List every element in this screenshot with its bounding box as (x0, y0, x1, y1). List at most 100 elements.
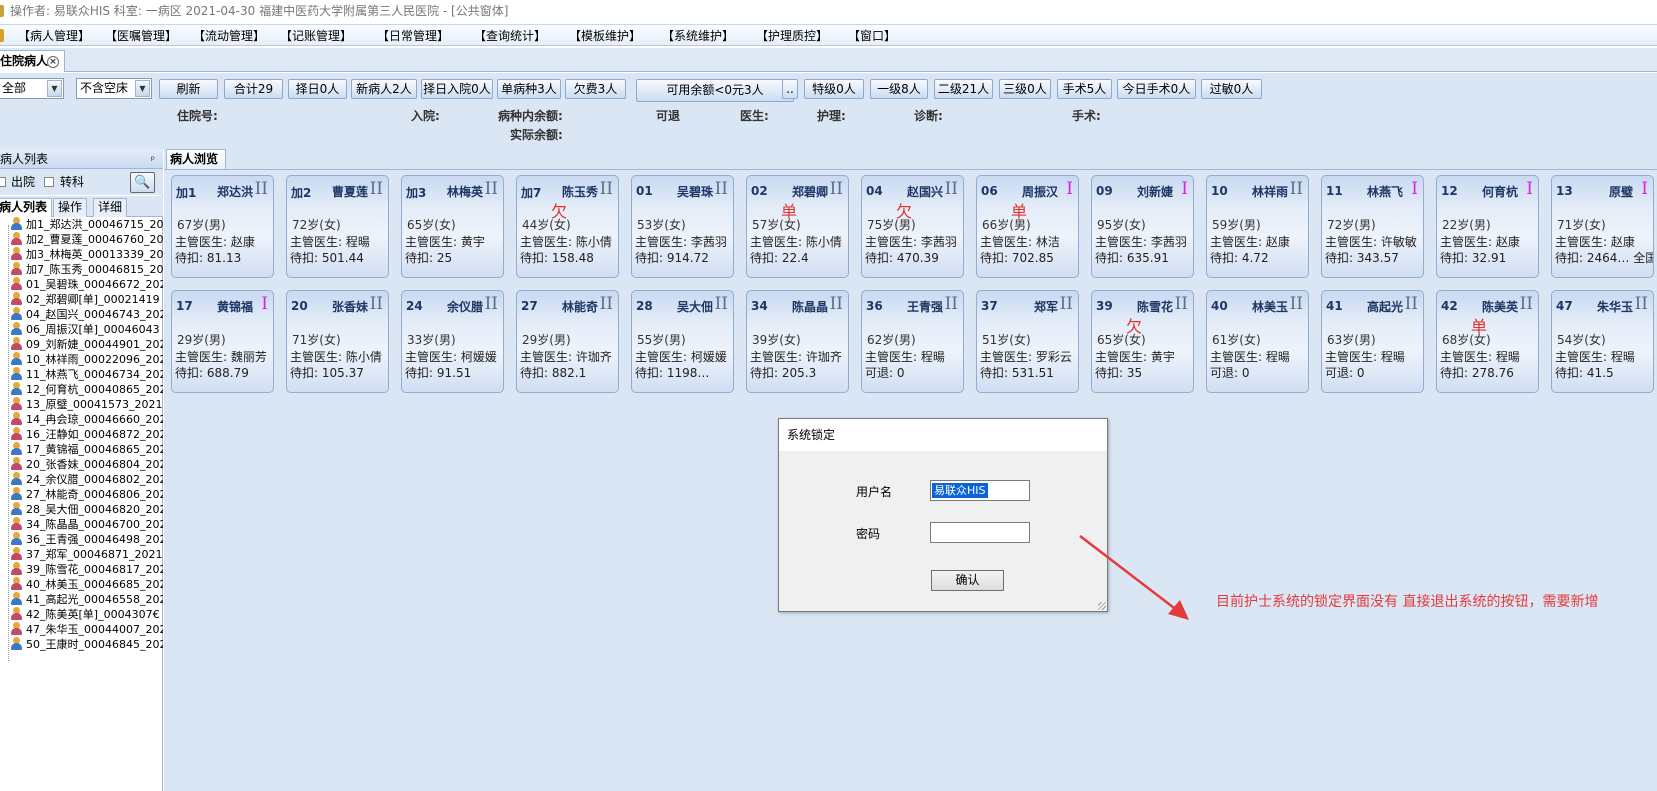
today-surgery-button[interactable]: 今日手术0人 (1117, 79, 1196, 99)
menu-order-management[interactable]: 【医嘱管理】 (105, 27, 177, 45)
more-button[interactable]: .. (782, 79, 798, 99)
list-item[interactable]: 加7_陈玉秀_00046815_2021 (10, 262, 163, 277)
total-button[interactable]: 合计29 (224, 79, 283, 99)
list-item-label: 20_张香妹_00046804_2021 (26, 458, 163, 471)
patient-card[interactable]: 09 刘新婕 I 95岁(女) 主管医生: 李茜羽 待扣: 635.91 (1091, 175, 1194, 278)
patient-card[interactable]: 加7 陈玉秀 II 欠 44岁(女) 主管医生: 陈小倩 待扣: 158.48 (516, 175, 619, 278)
patient-card[interactable]: 加1 郑达洪 II 67岁(男) 主管医生: 赵康 待扣: 81.13 (171, 175, 274, 278)
list-item[interactable]: 加2_曹夏莲_00046760_2021 (10, 232, 163, 247)
list-item[interactable]: 04_赵国兴_00046743_2021 (10, 307, 163, 322)
list-item[interactable]: 16_汪静如_00046872_2021 (10, 427, 163, 442)
new-patients-button[interactable]: 新病人2人 (351, 79, 417, 99)
menu-system-maintenance[interactable]: 【系统维护】 (662, 27, 734, 45)
pin-icon[interactable]: ᵖ (151, 151, 155, 171)
menu-window[interactable]: 【窗口】 (848, 27, 896, 45)
tab-inpatients[interactable]: 住院病人 × (0, 50, 65, 72)
patient-card[interactable]: 02 郑碧卿 II 单 57岁(女) 主管医生: 陈小倩 待扣: 22.4 (746, 175, 849, 278)
patient-card[interactable]: 04 赵国兴 II 欠 75岁(男) 主管医生: 李茜羽 待扣: 470.39 (861, 175, 964, 278)
chevron-down-icon[interactable]: ▼ (47, 80, 62, 97)
list-item[interactable]: 34_陈晶晶_00046700_2021 (10, 517, 163, 532)
attending-doctor: 主管医生: 罗彩云 (980, 350, 1072, 364)
list-item[interactable]: 加1_郑达洪_00046715_2021 (10, 217, 163, 232)
single-disease-button[interactable]: 单病种3人 (497, 79, 561, 99)
list-item[interactable]: 01_吴碧珠_00046672_2021 (10, 277, 163, 292)
patient-card[interactable]: 41 高起光 II 63岁(男) 主管医生: 程暘 可退: 0 (1321, 290, 1424, 393)
bed-filter-select[interactable]: 不含空床 ▼ (76, 78, 152, 99)
scheduled-button[interactable]: 择日0人 (288, 79, 347, 99)
patient-card[interactable]: 24 余仪腊 II 33岁(男) 主管医生: 柯媛媛 待扣: 91.51 (401, 290, 504, 393)
patient-card[interactable]: 27 林能奇 II 29岁(男) 主管医生: 许珈齐 待扣: 882.1 (516, 290, 619, 393)
tab-patient-list[interactable]: 病人列表 (0, 198, 53, 217)
list-item[interactable]: 41_高起光_00046558_2021 (10, 592, 163, 607)
patient-card[interactable]: 加3 林梅英 II 65岁(女) 主管医生: 黄宇 待扣: 25 (401, 175, 504, 278)
confirm-button[interactable]: 确认 (931, 570, 1004, 591)
ward-select[interactable]: 全部 ▼ (0, 78, 64, 99)
surgery-button[interactable]: 手术5人 (1057, 79, 1112, 99)
list-item[interactable]: 12_何育杭_00040865_2021 (10, 382, 163, 397)
list-item[interactable]: 20_张香妹_00046804_2021 (10, 457, 163, 472)
close-icon[interactable]: × (47, 56, 59, 68)
patient-card[interactable]: 36 王青强 II 62岁(男) 主管医生: 程暘 可退: 0 (861, 290, 964, 393)
patient-card[interactable]: 47 朱华玉 II 54岁(女) 主管医生: 程暘 待扣: 41.5 (1551, 290, 1654, 393)
menu-query-statistics[interactable]: 【查询统计】 (474, 27, 546, 45)
tab-details[interactable]: 详细 (93, 198, 128, 217)
chevron-down-icon[interactable]: ▼ (135, 80, 150, 97)
list-item[interactable]: 27_林能奇_00046806_2021 (10, 487, 163, 502)
menu-patient-management[interactable]: 【病人管理】 (18, 27, 90, 45)
patient-card[interactable]: 10 林祥雨 II 59岁(男) 主管医生: 赵康 待扣: 4.72 (1206, 175, 1309, 278)
discharged-checkbox[interactable] (0, 177, 6, 187)
level-three-button[interactable]: 三级0人 (999, 79, 1051, 99)
patient-card[interactable]: 06 周振汉 I 单 66岁(男) 主管医生: 林洁 待扣: 702.85 (976, 175, 1079, 278)
patient-card[interactable]: 20 张香妹 II 71岁(女) 主管医生: 陈小倩 待扣: 105.37 (286, 290, 389, 393)
list-item[interactable]: 11_林燕飞_00046734_2021 (10, 367, 163, 382)
arrears-button[interactable]: 欠费3人 (565, 79, 626, 99)
list-item[interactable]: 50_王康时_00046845_2021 (10, 637, 163, 652)
list-item[interactable]: 40_林美玉_00046685_2021 (10, 577, 163, 592)
transferred-checkbox[interactable] (44, 177, 54, 187)
menu-billing-management[interactable]: 【记账管理】 (280, 27, 352, 45)
password-field[interactable] (930, 522, 1030, 543)
patient-card[interactable]: 加2 曹夏莲 II 72岁(女) 主管医生: 程暘 待扣: 501.44 (286, 175, 389, 278)
list-item[interactable]: 10_林祥雨_00022096_2021 (10, 352, 163, 367)
patient-card[interactable]: 37 郑军 II 51岁(女) 主管医生: 罗彩云 待扣: 531.51 (976, 290, 1079, 393)
menu-template-maintenance[interactable]: 【模板维护】 (569, 27, 641, 45)
username-field[interactable]: 易联众HIS (930, 480, 1030, 501)
patient-card[interactable]: 01 吴碧珠 II 53岁(女) 主管医生: 李茜羽 待扣: 914.72 (631, 175, 734, 278)
list-item[interactable]: 47_朱华玉_00044007_2021 (10, 622, 163, 637)
list-item[interactable]: 14_冉会琼_00046660_2021 (10, 412, 163, 427)
menu-flow-management[interactable]: 【流动管理】 (193, 27, 265, 45)
patient-card[interactable]: 11 林燕飞 I 72岁(男) 主管医生: 许敏敏 待扣: 343.57 (1321, 175, 1424, 278)
level-one-button[interactable]: 一级8人 (870, 79, 928, 99)
patient-card[interactable]: 28 吴大佃 II 55岁(男) 主管医生: 柯媛媛 待扣: 1198… (631, 290, 734, 393)
list-item[interactable]: 24_余仪腊_00046802_2021 (10, 472, 163, 487)
list-item[interactable]: 09_刘新婕_00044901_2021 (10, 337, 163, 352)
patient-card[interactable]: 12 何育杭 I 22岁(男) 主管医生: 赵康 待扣: 32.91 (1436, 175, 1539, 278)
list-item[interactable]: 06_周振汉[单]_00046043 (10, 322, 163, 337)
list-item[interactable]: 39_陈雪花_00046817_2021 (10, 562, 163, 577)
special-level-button[interactable]: 特级0人 (804, 79, 864, 99)
scheduled-admission-button[interactable]: 择日入院0人 (421, 79, 493, 99)
list-item[interactable]: 加3_林梅英_00013339_2021 (10, 247, 163, 262)
allergy-button[interactable]: 过敏0人 (1201, 79, 1262, 99)
patient-card[interactable]: 17 黄锦福 I 29岁(男) 主管医生: 魏丽芳 待扣: 688.79 (171, 290, 274, 393)
search-icon[interactable]: 🔍 (130, 172, 155, 193)
list-item[interactable]: 02_郑碧卿[单]_00021419 (10, 292, 163, 307)
list-item[interactable]: 13_原璧_00041573_20210 (10, 397, 163, 412)
list-item[interactable]: 17_黄锦福_00046865_2021 (10, 442, 163, 457)
patient-card[interactable]: 39 陈雪花 II 欠 65岁(女) 主管医生: 黄宇 待扣: 35 (1091, 290, 1194, 393)
patient-card[interactable]: 34 陈晶晶 II 39岁(女) 主管医生: 许珈齐 待扣: 205.3 (746, 290, 849, 393)
list-item[interactable]: 37_郑军_00046871_20210 (10, 547, 163, 562)
refresh-button[interactable]: 刷新 (159, 79, 218, 99)
negative-balance-button[interactable]: 可用余额<0元3人 (636, 79, 794, 102)
list-item[interactable]: 42_陈美英[单]_0004307€ (10, 607, 163, 622)
menu-nursing-qc[interactable]: 【护理质控】 (756, 27, 828, 45)
menu-daily-management[interactable]: 【日常管理】 (377, 27, 449, 45)
patient-card[interactable]: 40 林美玉 II 61岁(女) 主管医生: 程暘 可退: 0 (1206, 290, 1309, 393)
patient-card[interactable]: 42 陈美英 II 单 68岁(女) 主管医生: 程暘 待扣: 278.76 (1436, 290, 1539, 393)
patient-card[interactable]: 13 原璧 I 71岁(女) 主管医生: 赵康待扣: 2464… 全国联 (1551, 175, 1654, 278)
list-item[interactable]: 36_王青强_00046498_2021 (10, 532, 163, 547)
level-two-button[interactable]: 二级21人 (934, 79, 993, 99)
list-item[interactable]: 28_吴大佃_00046820_2021 (10, 502, 163, 517)
tab-patient-browse[interactable]: 病人浏览 (166, 149, 226, 170)
tab-operations[interactable]: 操作 (53, 198, 88, 217)
